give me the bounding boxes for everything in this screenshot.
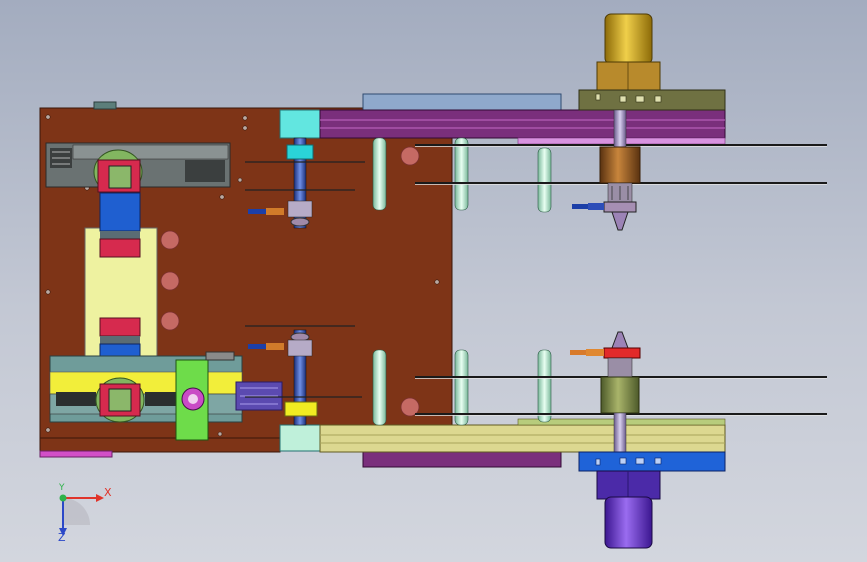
bottom-motor — [604, 496, 653, 549]
top-handle — [93, 101, 117, 110]
top-bronze-sleeve — [599, 146, 641, 184]
coordinate-triad — [59, 494, 104, 536]
bottom-nozzle — [611, 331, 629, 349]
z-axis-label: Z — [58, 531, 66, 544]
cad-viewport[interactable]: X Y Z — [0, 0, 867, 562]
red-block-bottom — [99, 317, 141, 337]
top-mount-block — [279, 109, 321, 139]
red-clamp-ring — [603, 347, 641, 359]
top-spindle-shaft — [613, 109, 627, 151]
bottom-cover-plate — [362, 450, 562, 468]
lower-rail — [319, 424, 726, 453]
bottom-olive-sleeve — [600, 376, 640, 414]
top-motor-bracket — [578, 89, 726, 111]
top-cover-plate — [362, 93, 562, 111]
bottom-spindle-shaft — [613, 412, 627, 454]
machine-assembly-drawing — [39, 13, 827, 549]
cyan-pulley — [286, 144, 314, 160]
bottom-mount-block — [279, 424, 321, 452]
top-nozzle — [611, 211, 629, 231]
base-plate-lower-step — [39, 437, 281, 453]
top-motor — [604, 13, 653, 65]
blue-slider-top — [99, 192, 141, 232]
y-axis-label: Y — [59, 483, 65, 493]
yellow-pulley — [284, 401, 318, 417]
red-block-top — [99, 238, 141, 258]
bottom-left-tab — [39, 450, 113, 458]
upper-rail — [319, 109, 726, 139]
x-axis-label: X — [104, 486, 112, 499]
bottom-motor-bracket — [578, 451, 726, 472]
